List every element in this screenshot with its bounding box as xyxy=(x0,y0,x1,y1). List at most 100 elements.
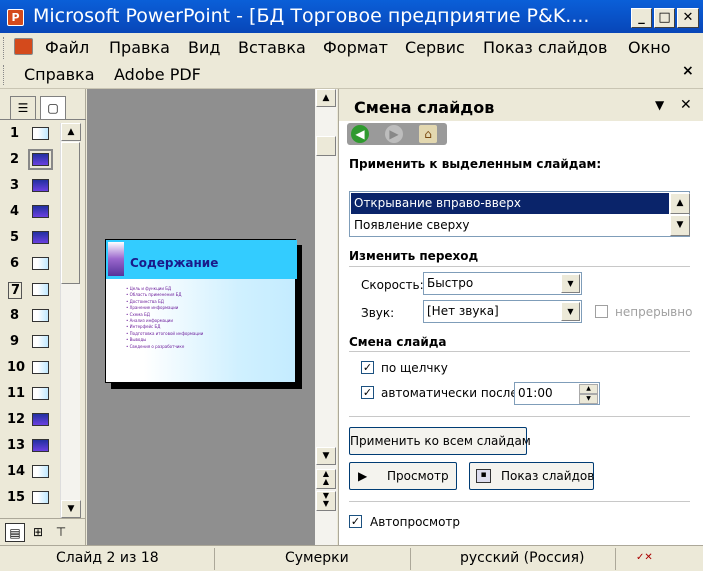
thumbnail-row[interactable]: 7 xyxy=(0,277,60,303)
slide-thumbnail[interactable] xyxy=(32,413,49,426)
slide-thumbnail[interactable] xyxy=(32,231,49,244)
menu-insert[interactable]: Вставка xyxy=(238,38,306,57)
menu-adobe-pdf[interactable]: Adobe PDF xyxy=(114,65,201,84)
apply-to-all-slides-button[interactable]: Применить ко всем слайдам xyxy=(349,427,531,455)
home-icon[interactable]: ⌂ xyxy=(419,125,437,143)
tab-divider xyxy=(0,119,86,120)
autopreview-checkbox[interactable]: ✓ xyxy=(349,515,362,528)
scroll-thumb[interactable] xyxy=(61,142,80,284)
menu-file[interactable]: Файл xyxy=(45,38,89,57)
loop-checkbox[interactable] xyxy=(595,305,608,318)
menu-window[interactable]: Окно xyxy=(628,38,671,57)
slide-sorter-icon[interactable]: ⊞ xyxy=(28,523,48,542)
slide-thumbnail[interactable] xyxy=(32,335,49,348)
menu-format[interactable]: Формат xyxy=(323,38,388,57)
scroll-thumb[interactable] xyxy=(316,136,336,156)
toolbar-grip[interactable] xyxy=(3,37,6,59)
pane-close-icon[interactable]: ✕ xyxy=(680,97,692,113)
scroll-up-icon[interactable]: ▲ xyxy=(670,193,690,214)
sound-select[interactable]: [Нет звука] ▼ xyxy=(423,300,582,323)
slide-thumbnail[interactable] xyxy=(32,179,49,192)
title-bar[interactable]: P Microsoft PowerPoint - [БД Торговое пр… xyxy=(0,0,703,33)
slide-bullet-list[interactable]: Цель и функции БД Область применения БД … xyxy=(126,286,204,350)
thumbnail-row[interactable]: 13 xyxy=(0,433,60,459)
preview-button[interactable]: ▶ Просмотр xyxy=(349,462,457,490)
toolbar-grip[interactable] xyxy=(3,65,6,85)
auto-advance-time-spinner[interactable]: 01:00 ▲ ▼ xyxy=(514,382,600,405)
thumbnail-row[interactable]: 6 xyxy=(0,251,60,277)
thumbnail-row[interactable]: 3 xyxy=(0,173,60,199)
document-icon[interactable] xyxy=(14,38,33,55)
powerpoint-icon[interactable]: P xyxy=(7,9,24,26)
loop-label: непрерывно xyxy=(615,305,693,319)
slide-thumbnail[interactable] xyxy=(32,465,49,478)
thumbnail-row[interactable]: 9 xyxy=(0,329,60,355)
spin-down-icon[interactable]: ▼ xyxy=(579,394,598,404)
thumbnail-row[interactable]: 4 xyxy=(0,199,60,225)
spellcheck-icon[interactable]: ✓✕ xyxy=(636,550,660,566)
slide-thumbnail[interactable] xyxy=(32,127,49,140)
scroll-down-icon[interactable]: ▼ xyxy=(316,447,336,465)
thumbnail-row[interactable]: 8 xyxy=(0,303,60,329)
thumbnail-row[interactable]: 5 xyxy=(0,225,60,251)
menu-slideshow[interactable]: Показ слайдов xyxy=(483,38,607,57)
maximize-button[interactable]: □ xyxy=(654,8,675,28)
pane-menu-dropdown-icon[interactable]: ▼ xyxy=(655,98,664,112)
thumbnail-row[interactable]: 11 xyxy=(0,381,60,407)
chevron-down-icon[interactable]: ▼ xyxy=(561,274,580,293)
slide-title[interactable]: Содержание xyxy=(130,256,218,270)
slide-thumbnail[interactable] xyxy=(28,149,53,170)
transition-item-selected[interactable]: Открывание вправо-вверх xyxy=(351,193,669,214)
slideshow-view-icon[interactable]: ⊤ xyxy=(51,523,71,542)
slideshow-button[interactable]: ▪ Показ слайдов xyxy=(469,462,594,490)
thumbnail-row[interactable]: 10 xyxy=(0,355,60,381)
slide-scrollbar[interactable]: ▲ ▼ ▲ ▲ ▼ ▼ xyxy=(315,89,337,545)
slide-thumbnail[interactable] xyxy=(32,491,49,504)
speed-select[interactable]: Быстро ▼ xyxy=(423,272,582,295)
outline-tab-icon[interactable]: ☰ xyxy=(10,96,36,120)
thumbnail-row-selected[interactable]: 2 xyxy=(0,147,60,173)
slide-thumbnail[interactable] xyxy=(32,439,49,452)
slide-thumbnail[interactable] xyxy=(32,283,49,296)
chevron-down-icon[interactable]: ▼ xyxy=(561,302,580,321)
auto-advance-time-value[interactable]: 01:00 xyxy=(518,386,553,400)
transition-item[interactable]: Появление сверху xyxy=(351,215,669,236)
menu-help[interactable]: Справка xyxy=(24,65,95,84)
on-click-label: по щелчку xyxy=(381,361,448,375)
slide-thumbnail[interactable] xyxy=(32,387,49,400)
back-arrow-icon[interactable]: ◀ xyxy=(351,125,369,143)
task-pane-title: Смена слайдов xyxy=(354,98,495,117)
auto-advance-checkbox[interactable]: ✓ xyxy=(361,386,374,399)
thumbnail-row[interactable]: 14 xyxy=(0,459,60,485)
menu-edit[interactable]: Правка xyxy=(109,38,170,57)
menu-view[interactable]: Вид xyxy=(188,38,220,57)
slide-thumbnail[interactable] xyxy=(32,205,49,218)
next-slide-icon[interactable]: ▼ ▼ xyxy=(316,491,336,511)
slide-thumbnail[interactable] xyxy=(32,309,49,322)
scroll-up-icon[interactable]: ▲ xyxy=(61,123,81,141)
normal-view-icon[interactable]: ▤ xyxy=(5,523,25,542)
forward-arrow-icon[interactable]: ▶ xyxy=(385,125,403,143)
slide-thumbnail[interactable] xyxy=(32,257,49,270)
minimize-button[interactable]: _ xyxy=(631,8,652,28)
thumbnail-row[interactable]: 1 xyxy=(0,121,60,147)
scroll-up-icon[interactable]: ▲ xyxy=(316,89,336,107)
thumbnail-row[interactable]: 12 xyxy=(0,407,60,433)
advance-slide-heading: Смена слайда xyxy=(349,335,447,349)
scroll-down-icon[interactable]: ▼ xyxy=(61,500,81,518)
close-button[interactable]: ✕ xyxy=(677,8,699,28)
slides-tab-icon[interactable]: ▢ xyxy=(40,96,66,120)
on-click-checkbox[interactable]: ✓ xyxy=(361,361,374,374)
current-slide[interactable]: Содержание Цель и функции БД Область при… xyxy=(105,239,297,383)
powerpoint-window: P Microsoft PowerPoint - [БД Торговое пр… xyxy=(0,0,703,571)
thumbnail-row[interactable]: 15 xyxy=(0,485,60,511)
transition-list[interactable]: Открывание вправо-вверх Появление сверху… xyxy=(349,191,690,237)
close-document-icon[interactable]: × xyxy=(682,63,694,79)
previous-slide-icon[interactable]: ▲ ▲ xyxy=(316,469,336,489)
menu-tools[interactable]: Сервис xyxy=(405,38,465,57)
slide-number: 9 xyxy=(10,334,20,349)
slide-thumbnail[interactable] xyxy=(32,361,49,374)
thumbnail-scrollbar[interactable]: ▲ ▼ xyxy=(60,123,81,518)
scroll-down-icon[interactable]: ▼ xyxy=(670,215,690,236)
spin-up-icon[interactable]: ▲ xyxy=(579,384,598,394)
